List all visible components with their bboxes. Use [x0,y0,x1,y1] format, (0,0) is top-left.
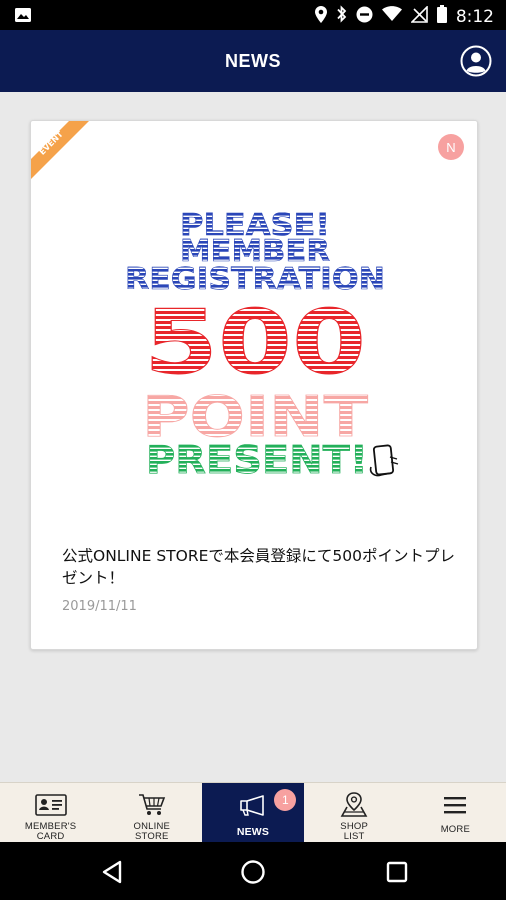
location-icon [314,5,327,28]
notification-count-badge: 1 [274,789,297,811]
tab-more[interactable]: MORE [405,783,506,843]
status-bar: 8:12 [0,0,506,30]
status-time: 8:12 [455,6,494,27]
page-title: NEWS [225,51,281,71]
back-icon[interactable] [100,859,126,885]
tab-label: SHOP LIST [340,821,369,842]
map-pin-icon [340,792,368,818]
bottom-tab-bar: MEMBER'S CARD ONLINE STORE NEWS 1 SHOP L… [0,782,506,843]
event-ribbon: EVENT [31,121,91,181]
tab-label: MEMBER'S CARD [24,821,77,842]
promo-image: PLEASE! MEMBER REGISTRATION 500 POINT PR… [125,208,399,482]
promo-line-present: PRESENT! [146,438,368,482]
system-nav-bar [0,842,506,900]
news-date: 2019/11/11 [62,599,137,614]
promo-line-500: 500 [144,291,366,394]
tab-shop-list[interactable]: SHOP LIST [304,783,405,843]
smartphone-icon [369,444,399,477]
tab-online-store[interactable]: ONLINE STORE [101,783,202,843]
tab-members-card[interactable]: MEMBER'S CARD [0,783,101,843]
megaphone-icon [238,792,268,818]
battery-icon [436,5,447,28]
news-title[interactable]: 公式ONLINE STOREで本会員登録にて500ポイントプレゼント！ [62,545,462,589]
tab-label: MORE [440,824,470,835]
recent-apps-icon[interactable] [384,859,410,885]
home-icon[interactable] [240,859,266,885]
cart-icon [138,792,166,818]
no-signal-icon [409,4,428,28]
new-badge: N [438,134,464,160]
menu-icon [443,792,467,818]
tab-label: NEWS [236,826,270,838]
news-card[interactable]: PLEASE! MEMBER REGISTRATION 500 POINT PR… [30,120,478,650]
wifi-icon [381,6,402,27]
tab-news[interactable]: NEWS 1 [202,783,304,843]
member-card-icon [34,792,67,818]
image-notification-icon [14,7,32,28]
do-not-disturb-icon [356,6,373,28]
account-circle-icon[interactable] [460,45,492,77]
app-header: NEWS [0,30,506,92]
tab-label: ONLINE STORE [133,821,171,842]
bluetooth-icon [336,5,347,28]
